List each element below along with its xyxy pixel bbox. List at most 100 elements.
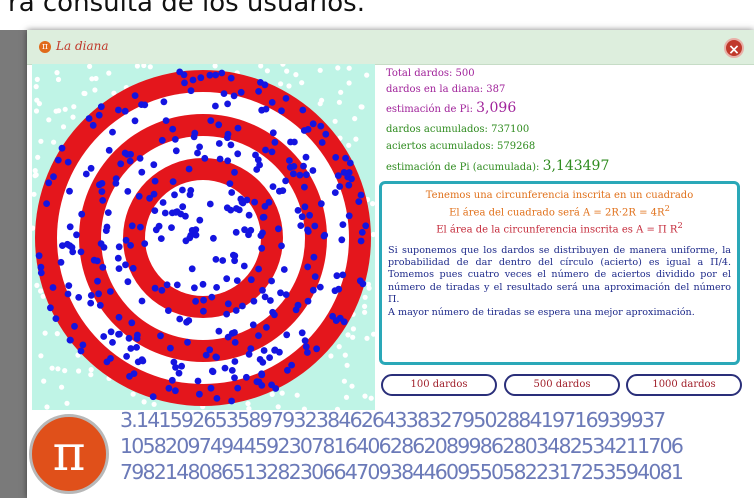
dart-hit <box>228 367 236 374</box>
dart-hit <box>227 141 235 149</box>
dart-hit <box>182 212 189 220</box>
dart-hit <box>172 387 179 395</box>
dart-hit <box>115 243 123 251</box>
dart-hit <box>199 280 207 288</box>
dart-hit <box>138 168 146 176</box>
dart-hit <box>241 226 249 234</box>
dart-hit <box>109 339 116 346</box>
dart-miss <box>141 399 147 405</box>
throw-1000-darts-button[interactable]: 1000 dardos <box>626 374 742 396</box>
dart-miss <box>343 394 350 400</box>
dart-hit <box>301 183 308 191</box>
dart-hit <box>54 156 62 164</box>
dart-hit <box>100 333 108 340</box>
dart-hit <box>250 297 258 305</box>
dartboard[interactable] <box>32 64 375 410</box>
dart-hit <box>338 236 346 244</box>
dart-miss <box>317 101 323 107</box>
dart-hit <box>258 244 266 252</box>
pi-digits-line-1: 3.14159265358979323846264338327950288419… <box>120 410 666 432</box>
dart-hit <box>45 179 53 187</box>
dart-hit <box>89 121 97 129</box>
dart-hit <box>161 209 169 217</box>
dart-hit <box>332 154 340 161</box>
dart-hit <box>196 216 204 224</box>
dart-hit <box>150 161 158 169</box>
dart-hit <box>243 373 250 381</box>
dart-hit <box>184 338 191 346</box>
dart-hit <box>302 153 310 161</box>
dart-hit <box>290 170 297 178</box>
dart-hit <box>316 283 324 291</box>
dart-miss <box>38 288 44 294</box>
pi-estimate-value: 3,096 <box>476 100 517 116</box>
dart-hit <box>224 300 232 308</box>
darts-inside-stat: dardos en la diana: 387 <box>386 84 505 95</box>
dart-hit <box>233 277 241 284</box>
dart-hit <box>290 163 298 170</box>
throw-500-darts-button[interactable]: 500 dardos <box>504 374 620 396</box>
dart-hit <box>165 384 173 392</box>
dart-hit <box>267 297 274 304</box>
dart-hit <box>247 345 255 352</box>
dart-hit <box>282 95 290 102</box>
dart-hit <box>255 88 262 95</box>
dart-hit <box>234 124 242 132</box>
dart-hit <box>90 256 98 264</box>
dart-miss <box>34 76 40 82</box>
page-caption: ra consulta de los usuarios. <box>8 0 365 18</box>
dart-miss <box>33 172 39 178</box>
dart-hit <box>259 286 266 294</box>
dart-miss <box>56 108 62 114</box>
dart-hit <box>235 206 243 214</box>
dart-hit <box>202 351 210 359</box>
close-button[interactable]: × <box>724 38 744 58</box>
dart-hit <box>104 209 112 217</box>
dart-miss <box>76 368 82 374</box>
dart-hit <box>187 87 195 95</box>
dart-miss <box>33 84 39 90</box>
explanation-line-2: El área del cuadrado será A = 2R·2R = 4R… <box>388 202 731 219</box>
dart-hit <box>196 143 204 151</box>
dart-hit <box>269 129 277 137</box>
accumulated-darts-value: 737100 <box>491 124 530 135</box>
dart-hit <box>231 339 239 346</box>
dart-miss <box>362 303 368 309</box>
dart-hit <box>356 277 364 285</box>
dart-hit <box>37 269 45 277</box>
dart-hit <box>162 117 170 124</box>
dart-hit <box>186 234 194 242</box>
dart-hit <box>146 194 153 202</box>
dart-hit <box>124 278 132 286</box>
dart-hit <box>301 203 309 211</box>
dart-hit <box>131 92 139 99</box>
dart-miss <box>62 368 68 374</box>
accumulated-pi-value: 3,143497 <box>542 158 610 174</box>
dart-hit <box>257 232 265 240</box>
dart-miss <box>286 83 292 89</box>
dart-hit <box>135 192 143 200</box>
dart-hit <box>158 136 166 144</box>
throw-100-darts-button[interactable]: 100 dardos <box>381 374 497 396</box>
dart-miss <box>350 326 356 332</box>
dart-hit <box>261 203 269 210</box>
dart-hit <box>95 111 103 119</box>
dart-hit <box>121 107 129 115</box>
dart-hit <box>258 106 266 114</box>
dart-hit <box>348 175 355 183</box>
dart-hit <box>157 332 164 340</box>
dart-miss <box>106 70 112 76</box>
dart-hit <box>47 304 54 312</box>
dart-hit <box>173 281 181 289</box>
dart-miss <box>362 393 368 399</box>
dart-hit <box>130 370 138 377</box>
circle-area-formula: A = Π R <box>636 224 678 236</box>
total-darts-value: 500 <box>455 68 475 79</box>
dart-hit <box>201 154 209 162</box>
explanation-paragraph-2: A mayor número de tiradas se espera una … <box>388 306 695 318</box>
accumulated-hits-value: 579268 <box>497 141 536 152</box>
dart-miss <box>362 294 368 300</box>
pi-digits-line-3: 7982148086513282306647093844609550582231… <box>120 460 684 484</box>
dart-hit <box>297 222 305 230</box>
dart-hit <box>268 148 276 156</box>
